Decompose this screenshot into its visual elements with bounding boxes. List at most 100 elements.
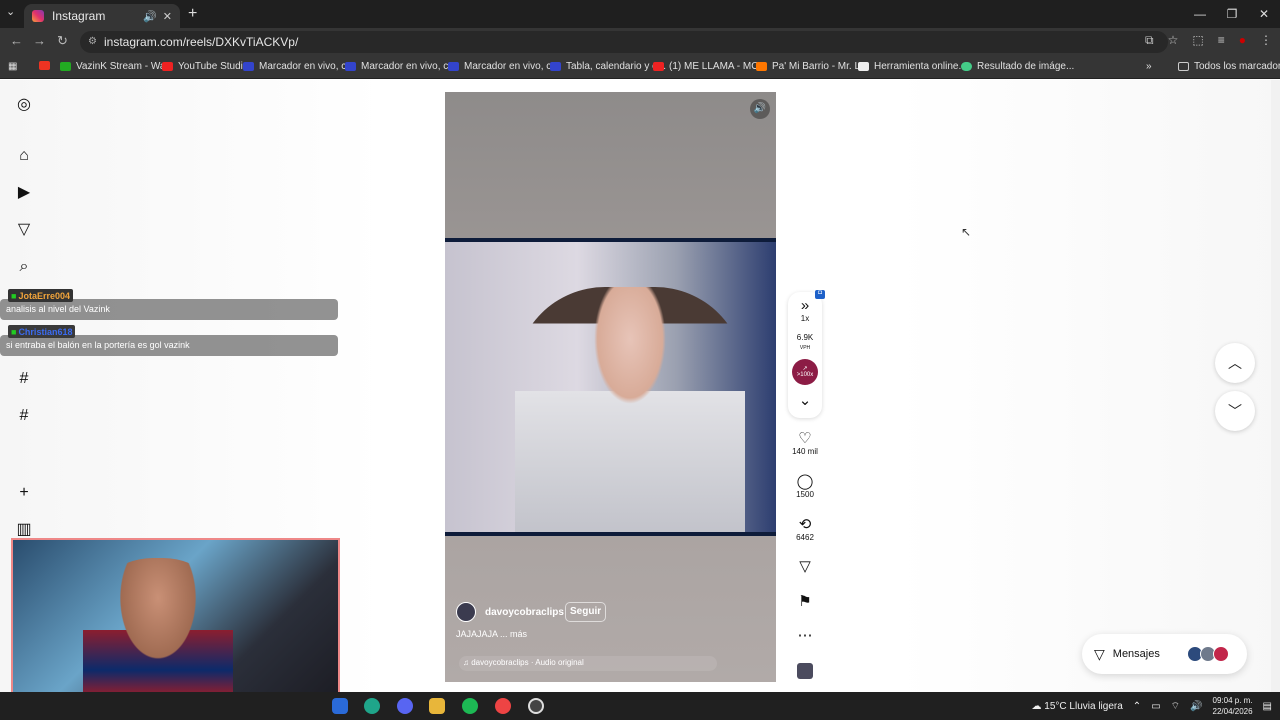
bookmark-youtube-studio[interactable]: YouTube Studio bbox=[162, 61, 248, 72]
new-tab-button[interactable]: + bbox=[188, 5, 197, 23]
bookmark-star-icon[interactable]: ☆ bbox=[1168, 33, 1179, 48]
more-icon: ⋯ bbox=[797, 627, 813, 644]
video-subject bbox=[515, 287, 745, 532]
weather[interactable]: ☁ 15°C Lluvia ligera bbox=[1032, 701, 1123, 712]
chat-message: si entraba el balón en la portería es go… bbox=[0, 335, 338, 356]
minimize-icon[interactable]: — bbox=[1184, 0, 1216, 28]
tab-instagram[interactable]: Instagram 🔊 ✕ bbox=[24, 4, 180, 28]
restore-icon[interactable]: ❐ bbox=[1216, 0, 1248, 28]
webcam-overlay bbox=[11, 538, 340, 712]
repost-button[interactable]: ⟲ 6462 bbox=[790, 516, 820, 543]
back-icon[interactable]: ← bbox=[10, 33, 23, 48]
comment-button[interactable]: ◯ 1500 bbox=[790, 474, 820, 500]
more-link[interactable]: más bbox=[510, 629, 527, 639]
share-button[interactable]: ▽ bbox=[790, 559, 820, 575]
caption: JAJAJAJA ... más bbox=[456, 629, 528, 639]
chrome-icon[interactable] bbox=[495, 698, 511, 714]
file-explorer-icon[interactable] bbox=[429, 698, 445, 714]
clock[interactable]: 09:04 p. m. 22/04/2026 bbox=[1213, 695, 1253, 717]
bookmark-tabla[interactable]: Tabla, calendario y e... bbox=[550, 61, 666, 72]
windows-taskbar: ☁ 15°C Lluvia ligera ⌃ ▭ ⌔ 🔊 09:04 p. m.… bbox=[0, 692, 1280, 720]
volume-tray-icon[interactable]: 🔊 bbox=[1190, 701, 1202, 712]
menu-icon[interactable]: ⋮ bbox=[1260, 33, 1272, 48]
audio-track[interactable]: ♫ davoycobraclips · Audio original bbox=[459, 656, 717, 671]
repost-icon: ⟲ bbox=[798, 516, 812, 533]
bookmark-icon: ⚑ bbox=[798, 593, 812, 610]
all-bookmarks[interactable]: Todos los marcadores bbox=[1178, 61, 1280, 72]
obs-icon[interactable] bbox=[528, 698, 544, 714]
messages-button[interactable]: ▽ Mensajes bbox=[1082, 634, 1247, 674]
bookmark-herramienta[interactable]: Herramienta online... bbox=[858, 61, 967, 72]
chat-username: ■ Christian618 bbox=[8, 325, 76, 338]
follow-button[interactable]: Seguir bbox=[565, 602, 607, 622]
battery-icon[interactable]: ▭ bbox=[1151, 701, 1160, 712]
extensions-icon[interactable]: ⬚ bbox=[1192, 33, 1203, 48]
network-icon[interactable]: ⌔ bbox=[1171, 700, 1180, 713]
url-text: instagram.com/reels/DXKvTiACKVp/ bbox=[104, 35, 299, 49]
bookmark-marcador-3[interactable]: Marcador en vivo, c... bbox=[448, 61, 560, 72]
video-scene bbox=[445, 238, 776, 536]
site-info-icon[interactable]: ⚙ bbox=[88, 31, 97, 53]
forward-icon[interactable]: → bbox=[33, 33, 46, 48]
reel-video[interactable]: 🔊 davoycobraclips Seguir JAJAJAJA ... má… bbox=[445, 92, 776, 682]
hashtag-icon-2[interactable]: # bbox=[14, 406, 34, 426]
more-options-button[interactable]: ⋯ bbox=[790, 628, 820, 644]
page-scrollbar[interactable] bbox=[1271, 80, 1280, 692]
search-icon[interactable]: ⌕ bbox=[14, 257, 34, 277]
media-control-icon[interactable]: ≡ bbox=[1218, 33, 1225, 48]
chat-username: ■ JotaErre004 bbox=[8, 289, 73, 302]
author-avatar[interactable] bbox=[456, 602, 476, 622]
bookmarks-bar: ▦ VazinK Stream - Wa... YouTube Studio M… bbox=[0, 55, 1280, 79]
discord-icon[interactable] bbox=[397, 698, 413, 714]
send-icon: ▽ bbox=[799, 558, 811, 575]
chat-message: analisis al nivel del Vazink bbox=[0, 299, 338, 320]
home-icon[interactable]: ⌂ bbox=[14, 146, 34, 166]
bookmark-youtube[interactable] bbox=[39, 61, 55, 70]
url-bar[interactable]: ⚙ instagram.com/reels/DXKvTiACKVp/ bbox=[80, 31, 1168, 53]
bookmark-vazink[interactable]: VazinK Stream - Wa... bbox=[60, 61, 174, 72]
notifications-icon[interactable]: ▤ bbox=[1263, 701, 1272, 712]
bookmark-me-llama[interactable]: (1) ME LLAMA - MO... bbox=[653, 61, 767, 72]
volume-icon[interactable]: 🔊 bbox=[750, 99, 770, 119]
collapse-chevron-icon[interactable]: ⌄ bbox=[790, 393, 820, 409]
tab-search-icon[interactable]: ⌄ bbox=[6, 5, 15, 18]
speaker-icon[interactable]: 🔊 bbox=[143, 10, 157, 23]
hashtag-icon[interactable]: # bbox=[14, 369, 34, 389]
close-window-icon[interactable]: ✕ bbox=[1248, 0, 1280, 28]
audio-thumbnail[interactable] bbox=[790, 663, 820, 681]
trend-badge[interactable]: ↗ >100x bbox=[792, 359, 818, 385]
fast-forward-icon: » bbox=[800, 297, 810, 314]
vph-counter: 6.9K VPH bbox=[796, 333, 814, 351]
app-icon[interactable] bbox=[332, 698, 348, 714]
install-app-icon[interactable]: ⧉ bbox=[1145, 33, 1154, 48]
next-reel-button[interactable]: ﹀ bbox=[1215, 391, 1255, 431]
send-icon: ▽ bbox=[1094, 645, 1105, 662]
bookmark-resultado[interactable]: Resultado de imáge... bbox=[961, 61, 1074, 72]
author-username[interactable]: davoycobraclips bbox=[485, 607, 564, 618]
spotify-icon[interactable] bbox=[462, 698, 478, 714]
bookmark-marcador-2[interactable]: Marcador en vivo, c... bbox=[345, 61, 457, 72]
chevron-down-icon: ﹀ bbox=[1228, 403, 1242, 419]
insights-icon[interactable]: ▥ bbox=[14, 520, 34, 540]
speed-control[interactable]: » 1x bbox=[790, 297, 820, 324]
bookmark-pa-mi-barrio[interactable]: Pa' Mi Barrio - Mr. L... bbox=[756, 61, 868, 72]
save-button[interactable]: ⚑ bbox=[790, 594, 820, 610]
mouse-cursor-icon: ↖ bbox=[961, 225, 972, 239]
direct-messages-icon[interactable]: ▽ bbox=[14, 220, 34, 240]
tray-overflow-icon[interactable]: ⌃ bbox=[1133, 701, 1141, 712]
close-tab-icon[interactable]: ✕ bbox=[163, 10, 172, 23]
create-icon[interactable]: + bbox=[14, 483, 34, 503]
apps-icon[interactable]: ▦ bbox=[8, 61, 17, 72]
profile-icon[interactable]: ● bbox=[1239, 33, 1246, 48]
reload-icon[interactable]: ↻ bbox=[57, 33, 68, 49]
more-bookmarks-icon[interactable]: » bbox=[1146, 61, 1152, 72]
like-button[interactable]: ♡ 140 mil bbox=[790, 431, 820, 457]
chat-text: analisis al nivel del Vazink bbox=[6, 304, 110, 314]
bookmark-marcador-1[interactable]: Marcador en vivo, c... bbox=[243, 61, 355, 72]
reels-icon[interactable]: ▶ bbox=[14, 183, 34, 203]
instagram-logo-icon[interactable]: ◎ bbox=[14, 95, 34, 115]
previous-reel-button[interactable]: ︿ bbox=[1215, 343, 1255, 383]
window-controls: — ❐ ✕ bbox=[1184, 0, 1280, 28]
edge-icon[interactable] bbox=[364, 698, 380, 714]
instagram-favicon-icon bbox=[32, 10, 44, 22]
